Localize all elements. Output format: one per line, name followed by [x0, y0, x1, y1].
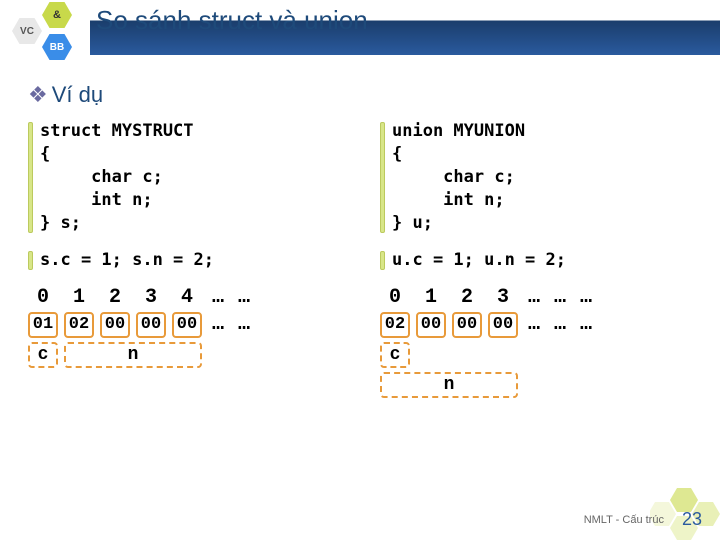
union-code-decl: union MYUNION { char c; int n; } u;	[380, 120, 692, 235]
mem-cell: 02	[380, 312, 410, 338]
struct-decl-text: struct MYSTRUCT { char c; int n; } s;	[40, 120, 340, 235]
union-column: union MYUNION { char c; int n; } u; u.c …	[380, 120, 692, 398]
union-assign-text: u.c = 1; u.n = 2;	[392, 249, 692, 272]
content-columns: struct MYSTRUCT { char c; int n; } s; s.…	[0, 120, 720, 398]
mem-dots: …	[208, 313, 228, 336]
slide-footer: NMLT - Cấu trúc 23	[584, 509, 702, 530]
union-code-assign: u.c = 1; u.n = 2;	[380, 249, 692, 272]
mem-dots: …	[234, 286, 254, 309]
mem-dots: …	[208, 286, 228, 309]
footer-text: NMLT - Cấu trúc	[584, 514, 664, 526]
mem-cell: 00	[488, 312, 518, 338]
bullet-icon: ❖	[28, 82, 48, 107]
mem-cell: 00	[100, 312, 130, 338]
mem-dots: …	[524, 313, 544, 336]
mem-index: 2	[452, 286, 482, 309]
slide-header: & VC BB So sánh struct và union	[0, 0, 720, 62]
mem-dots: …	[550, 313, 570, 336]
mem-dots: …	[576, 313, 596, 336]
hex-bb-text: BB	[50, 42, 64, 53]
page-number: 23	[682, 509, 702, 530]
struct-column: struct MYSTRUCT { char c; int n; } s; s.…	[28, 120, 340, 398]
union-cell-row: 02 00 00 00 … … …	[380, 312, 692, 338]
mem-index: 3	[488, 286, 518, 309]
section-heading: ❖Ví dụ	[28, 82, 720, 108]
slide-title: So sánh struct và union	[96, 5, 368, 36]
hex-amp: &	[42, 2, 72, 28]
hex-vc-text: VC	[20, 26, 34, 37]
union-label-row-n: n	[380, 372, 692, 398]
union-n-label: n	[380, 372, 518, 398]
mem-dots: …	[234, 313, 254, 336]
hex-amp-text: &	[53, 9, 61, 21]
mem-cell: 00	[416, 312, 446, 338]
struct-code-assign: s.c = 1; s.n = 2;	[28, 249, 340, 272]
mem-index: 1	[416, 286, 446, 309]
code-bar	[380, 122, 385, 233]
mem-index: 0	[28, 286, 58, 309]
hex-bb: BB	[42, 34, 72, 60]
union-c-label: c	[380, 342, 410, 368]
struct-n-label: n	[64, 342, 202, 368]
union-index-row: 0 1 2 3 … … …	[380, 286, 692, 309]
hex-logo: & VC BB	[0, 0, 90, 62]
struct-index-row: 0 1 2 3 4 … …	[28, 286, 340, 309]
mem-dots: …	[576, 286, 596, 309]
mem-dots: …	[550, 286, 570, 309]
title-bar: So sánh struct và union	[90, 7, 720, 55]
mem-index: 1	[64, 286, 94, 309]
mem-index: 3	[136, 286, 166, 309]
union-decl-text: union MYUNION { char c; int n; } u;	[392, 120, 692, 235]
mem-cell: 00	[172, 312, 202, 338]
hex-vc: VC	[12, 18, 42, 44]
mem-dots: …	[524, 286, 544, 309]
code-bar	[28, 251, 33, 270]
mem-cell: 01	[28, 312, 58, 338]
mem-index: 2	[100, 286, 130, 309]
mem-cell: 02	[64, 312, 94, 338]
mem-cell: 00	[136, 312, 166, 338]
mem-index: 4	[172, 286, 202, 309]
union-label-row-c: c	[380, 342, 692, 368]
struct-code-decl: struct MYSTRUCT { char c; int n; } s;	[28, 120, 340, 235]
code-bar	[380, 251, 385, 270]
section-text: Ví dụ	[52, 82, 103, 107]
mem-cell: 00	[452, 312, 482, 338]
struct-cell-row: 01 02 00 00 00 … …	[28, 312, 340, 338]
struct-assign-text: s.c = 1; s.n = 2;	[40, 249, 340, 272]
code-bar	[28, 122, 33, 233]
mem-index: 0	[380, 286, 410, 309]
struct-c-label: c	[28, 342, 58, 368]
struct-label-row: c n	[28, 342, 340, 368]
